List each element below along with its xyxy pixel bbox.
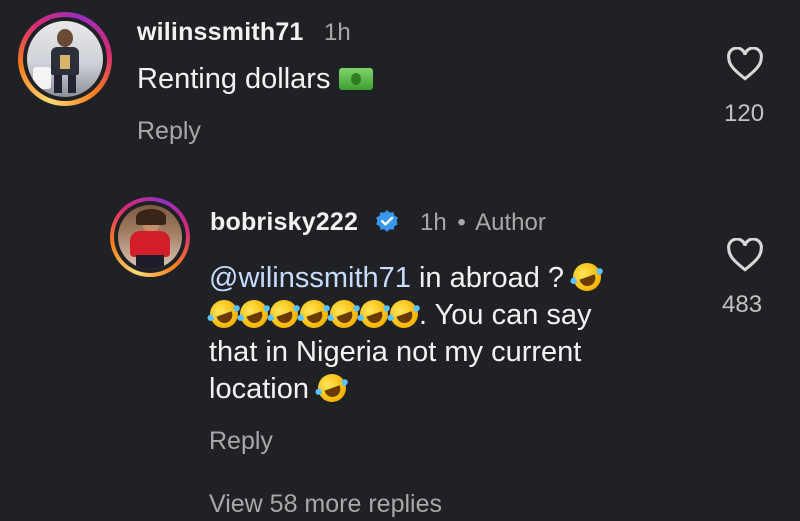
reply-text: @wilinssmith71 in abroad ? . You can say… [206,259,689,408]
reply-text-line-1: in abroad ? [410,262,573,294]
rolling-on-floor-laughing-icon [236,296,272,332]
reply-text-line-2: . You can say [419,299,592,331]
heart-icon[interactable] [726,47,764,81]
comment-text: Renting dollars [137,61,373,98]
avatar-ring [18,12,112,106]
heart-icon[interactable] [726,238,764,272]
rolling-on-floor-laughing-icon [296,296,332,332]
reply-line-1: @wilinssmith71 in abroad ? [209,259,689,297]
reply-text-line-4: location [209,373,318,405]
dollar-banknote-icon [338,68,373,90]
reply-like-count: 483 [722,291,763,318]
comment-reply-button[interactable]: Reply [137,117,201,146]
rolling-on-floor-laughing-icon [206,296,242,332]
view-more-replies-button[interactable]: View 58 more replies [209,490,442,519]
comment-username[interactable]: wilinssmith71 [137,18,304,47]
verified-badge-icon [376,210,398,232]
reply-avatar-ring [110,197,190,277]
rolling-on-floor-laughing-icon [266,296,302,332]
comment-text-content: Renting dollars [137,63,331,95]
reply-username[interactable]: bobrisky222 [210,208,358,237]
meta-separator: • [457,209,466,236]
rolling-on-floor-laughing-icon [386,296,422,332]
reply-reply-button[interactable]: Reply [209,427,273,456]
mention-link[interactable]: @wilinssmith71 [209,262,411,294]
reply-line-4: location [209,370,689,408]
rolling-on-floor-laughing-icon [356,296,392,332]
reply-line-2: . You can say [206,296,689,334]
comment-like-count: 120 [724,100,765,127]
author-label: Author [475,209,546,236]
avatar[interactable] [27,21,103,97]
rolling-on-floor-laughing-icon [326,296,362,332]
reply-line-3: that in Nigeria not my current [209,336,582,368]
reply-time: 1h [420,209,447,236]
reply-meta: 1h • Author [420,209,546,237]
comment-time: 1h [324,19,351,46]
reply-avatar[interactable] [118,205,182,269]
rolling-on-floor-laughing-icon [314,370,350,406]
rolling-on-floor-laughing-icon [569,259,606,295]
